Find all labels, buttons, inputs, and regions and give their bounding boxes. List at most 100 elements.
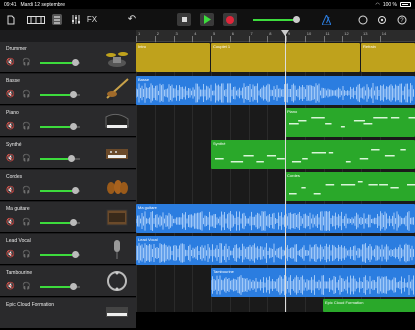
track-volume-knob[interactable] (70, 123, 77, 130)
track-name: Epic Cloud Formation (6, 302, 55, 308)
cordes-notes (289, 181, 415, 195)
track-header[interactable]: Epic Cloud Formation (0, 298, 136, 329)
mute-icon[interactable]: 🔇 (6, 282, 15, 290)
region-synth[interactable]: Synthé (211, 140, 415, 169)
track-volume-knob[interactable] (70, 91, 77, 98)
mute-icon[interactable]: 🔇 (6, 58, 15, 66)
track-name: Cordes (6, 174, 23, 180)
track-volume-slider[interactable] (40, 123, 80, 130)
drum-kit-icon (104, 45, 130, 69)
region-vocal[interactable]: Lead Vocal (136, 236, 415, 265)
mute-icon[interactable]: 🔇 (6, 186, 15, 194)
track-name: Drummer (6, 46, 27, 52)
bass-waveform (136, 83, 414, 103)
track-volume-knob[interactable] (72, 187, 79, 194)
record-button[interactable] (223, 13, 237, 26)
fx-button[interactable]: FX (85, 14, 99, 25)
track-header[interactable]: Lead Vocal 🔇 🎧 (0, 234, 136, 265)
headphones-icon[interactable]: 🎧 (22, 186, 31, 194)
ruler-bar-number: 4 (194, 31, 197, 36)
mute-icon[interactable]: 🔇 (6, 218, 15, 226)
region-epic[interactable]: Epic Cloud Formation (323, 299, 415, 312)
headphones-icon[interactable]: 🎧 (22, 154, 31, 162)
master-volume-slider[interactable] (253, 16, 300, 23)
region-guitar[interactable]: Ma guitare (136, 204, 415, 233)
region-drummer-3[interactable] (286, 43, 360, 72)
headphones-icon[interactable]: 🎧 (22, 282, 31, 290)
track-volume-knob[interactable] (70, 219, 77, 226)
region-cordes[interactable]: Cordes (285, 172, 415, 201)
headphones-icon[interactable]: 🎧 (22, 250, 31, 258)
stop-button[interactable] (177, 13, 191, 26)
ruler[interactable]: 1 2 3 4 5 6 7 8 9 10 11 12 13 14 (136, 30, 415, 42)
lane-synth: Synthé (136, 139, 415, 170)
arrangement-area[interactable]: 1 2 3 4 5 6 7 8 9 10 11 12 13 14 Intro Couplet 1 Refr… (136, 30, 415, 312)
headphones-icon[interactable]: 🎧 (22, 122, 31, 130)
status-bar: 09:41 Mardi 12 septembre ◠ 100 % (0, 0, 415, 9)
track-volume-slider[interactable] (40, 283, 80, 290)
track-headers: Drummer 🔇 🎧 Basse 🔇 🎧 Piano 🔇 🎧 Synthé 🔇 🎧 Cordes 🔇 🎧 M… (0, 30, 136, 329)
ruler-bar-number: 8 (269, 31, 272, 36)
status-date: Mardi 12 septembre (20, 1, 65, 8)
synth-notes (215, 149, 406, 163)
headphones-icon[interactable]: 🎧 (22, 90, 31, 98)
track-header[interactable]: Synthé 🔇 🎧 (0, 138, 136, 169)
metronome-icon[interactable] (321, 14, 331, 25)
undo-icon[interactable]: ↶ (126, 14, 138, 25)
playhead-handle[interactable] (281, 30, 289, 36)
settings-icon[interactable] (376, 14, 387, 25)
track-volume-knob[interactable] (72, 251, 79, 258)
track-volume-slider[interactable] (40, 187, 80, 194)
region-drummer-refrain[interactable]: Refrain (361, 43, 415, 72)
my-songs-icon[interactable] (6, 14, 16, 25)
region-tambourine[interactable]: Tambourine (211, 268, 415, 297)
track-header[interactable]: Cordes 🔇 🎧 (0, 170, 136, 201)
mute-icon[interactable]: 🔇 (6, 90, 15, 98)
help-icon[interactable]: ? (396, 14, 407, 25)
track-volume-slider[interactable] (40, 91, 80, 98)
track-volume-knob[interactable] (68, 155, 75, 162)
track-volume-slider[interactable] (40, 251, 80, 258)
piano-notes (289, 117, 415, 128)
track-header[interactable]: Basse 🔇 🎧 (0, 74, 136, 105)
browser-icon[interactable] (27, 14, 45, 25)
battery-icon (400, 2, 411, 7)
tracks-view-icon[interactable] (52, 14, 62, 25)
play-button[interactable] (200, 13, 214, 26)
track-volume-slider[interactable] (40, 219, 80, 226)
track-header[interactable]: Drummer 🔇 🎧 (0, 42, 136, 73)
track-volume-knob[interactable] (70, 283, 77, 290)
headphones-icon[interactable]: 🎧 (22, 218, 31, 226)
track-header[interactable]: Piano 🔇 🎧 (0, 106, 136, 137)
track-name: Tambourine (6, 270, 33, 276)
mute-icon[interactable]: 🔇 (6, 154, 15, 162)
tambourine-waveform (211, 275, 414, 295)
mute-icon[interactable]: 🔇 (6, 122, 15, 130)
toolbar: FX ↶ ? (0, 9, 415, 30)
ruler-bar-number: 6 (231, 31, 234, 36)
track-volume-knob[interactable] (72, 59, 79, 66)
track-name: Ma guitare (6, 206, 30, 212)
track-volume-slider[interactable] (40, 59, 80, 66)
mute-icon[interactable]: 🔇 (6, 250, 15, 258)
track-name: Synthé (6, 142, 22, 148)
tambourine-icon (104, 269, 130, 293)
battery-percent: 100 % (382, 1, 397, 8)
play-icon (204, 15, 211, 24)
ruler-bar-number: 3 (175, 31, 178, 36)
region-drummer-intro[interactable]: Intro (136, 43, 210, 72)
playhead[interactable] (285, 30, 286, 312)
status-time: 09:41 (4, 1, 17, 8)
track-header[interactable]: Tambourine 🔇 🎧 (0, 266, 136, 297)
track-header[interactable]: Ma guitare 🔇 🎧 (0, 202, 136, 233)
track-volume-slider[interactable] (40, 155, 80, 162)
region-bass[interactable]: Basse (136, 76, 415, 105)
track-name: Piano (6, 110, 19, 116)
master-volume-knob[interactable] (293, 16, 300, 23)
lane-tambourine: Tambourine (136, 267, 415, 298)
region-drummer-couplet[interactable]: Couplet 1 (211, 43, 285, 72)
loop-browser-icon[interactable] (357, 14, 368, 25)
headphones-icon[interactable]: 🎧 (22, 58, 31, 66)
mixer-icon[interactable] (70, 14, 82, 25)
region-piano[interactable]: Piano (285, 108, 415, 137)
